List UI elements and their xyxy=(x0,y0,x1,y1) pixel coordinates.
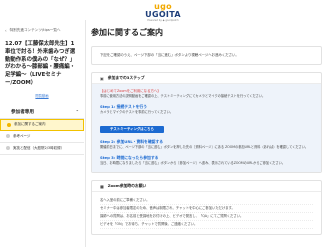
list-item: ビデオを「ON」でお待ち、チャットで質問後、ご連絡ください。 xyxy=(100,221,313,229)
steps-card-body: 【はじめてZoomをご利用になる方へ】 事前に使用方法の説明動画をご確認の上、テ… xyxy=(92,84,321,172)
step-3-desc: 当日、お時間になりましたら「当に進む」ボタンから［参加ページ］へ進み、表示されて… xyxy=(100,161,286,165)
status-dot-icon xyxy=(6,134,10,139)
section-link[interactable]: 閲覧動画 xyxy=(0,93,84,98)
event-title-part-2: がわかる〜膝部編・腰痛編・足学編〜（LIVEセミナー/ZOOM） xyxy=(5,64,76,86)
zoom-rules-body: 名へ入室の前にご準備ください。 セミナー中は参加者限定のため、音声は制限され、チ… xyxy=(92,192,321,234)
list-item: 名へ入室の前にご準備ください。 xyxy=(100,197,313,205)
notice-box: 下記をご確認のうえ、ページ下部の「当に進む」ボタンより視聴ページへお進みください… xyxy=(91,46,322,65)
back-to-list-link[interactable]: ‹ 特別先進コンテンツ/tips一覧へ xyxy=(0,26,84,34)
zoom-rules-card: ■ Zoom参加時のお願い 名へ入室の前にご準備ください。 セミナー中は参加者限… xyxy=(91,180,322,235)
back-link-label: 特別先進コンテンツ/tips一覧へ xyxy=(9,27,61,32)
sidebar-nav: 参加に関するご案内 参考ページ 実技と配信（大庭院2/3時収録） xyxy=(0,117,84,155)
event-title: 12.07【工藤保太郎先生】1車位で討る！外来歯みつぎ選動動作系の僕みの「なぜ？… xyxy=(0,41,84,88)
event-title-part-1: 12.07【工藤保太郎先生】1車位で討る！外来歯みつぎ選動動作系の僕みの「なぜ？… xyxy=(5,41,76,63)
left-sidebar: ‹ 特別先進コンテンツ/tips一覧へ 12.07【工藤保太郎先生】1車位で討る… xyxy=(0,20,84,247)
sidebar-item-label: 参加に関するご案内 xyxy=(14,122,46,127)
zoom-rules-title: Zoom参加時のお願い xyxy=(107,183,147,188)
chevron-up-icon: ⌃ xyxy=(75,109,79,115)
step-2-desc: 開催前日までに、ページ下部の「当に進む」ボタンを押した先の［資料ページ］にある … xyxy=(100,145,309,149)
list-item: 講師への質問は、お名前と受講地をお付けの上、ビデオで発言し、「QA」にてご質問く… xyxy=(100,213,313,221)
page-title: 参加に関するご案内 xyxy=(91,28,163,37)
steps-card: ▣ 参加までの3ステップ 【はじめてZoomをご利用になる方へ】 事前に使用方法… xyxy=(91,72,322,173)
monitor-icon: ▣ xyxy=(100,75,104,81)
steps-card-header: ▣ 参加までの3ステップ xyxy=(92,73,321,84)
category-label: 参加者専用 xyxy=(11,109,34,115)
sidebar-item-label: 実技と配信（大庭院2/3時収録） xyxy=(13,145,65,150)
logo-wordmark: ugo UGOITA xyxy=(145,2,181,19)
zoom-rules-header: ■ Zoom参加時のお願い xyxy=(92,181,321,192)
notice-text: 下記をご確認のうえ、ページ下部の「当に進む」ボタンより視聴ページへお進みください… xyxy=(100,53,239,57)
sidebar-item-practical[interactable]: 実技と配信（大庭院2/3時収録） xyxy=(0,143,84,155)
step-1-desc: カメラとマイクのテストを事前に行ってください。 xyxy=(100,110,173,114)
first-time-desc: 事前に使用方法の説明動画をご確認の上、テストミーティングにてカメラとマイクの接続… xyxy=(100,94,266,98)
steps-card-title: 参加までの3ステップ xyxy=(107,75,145,80)
status-dot-icon xyxy=(6,146,10,151)
category-header[interactable]: 参加者専用 ⌃ xyxy=(0,108,84,116)
video-icon: ■ xyxy=(100,183,104,189)
test-meeting-button[interactable]: テストミーティングはこちら xyxy=(100,126,164,133)
sidebar-item-reference[interactable]: 参考ページ xyxy=(0,131,84,143)
sidebar-item-label: 参考ページ xyxy=(13,133,31,138)
sidebar-item-guide[interactable]: 参加に関するご案内 xyxy=(0,118,84,131)
list-item: セミナー中は参加者限定のため、音声は制限され、チャットを中心にご参加いただけます… xyxy=(100,205,313,213)
main-content: 参加に関するご案内 下記をご確認のうえ、ページ下部の「当に進む」ボタンより視聴ペ… xyxy=(91,20,322,235)
status-dot-icon xyxy=(7,122,11,127)
chevron-left-icon: ‹ xyxy=(5,27,7,33)
column-divider xyxy=(85,20,86,247)
